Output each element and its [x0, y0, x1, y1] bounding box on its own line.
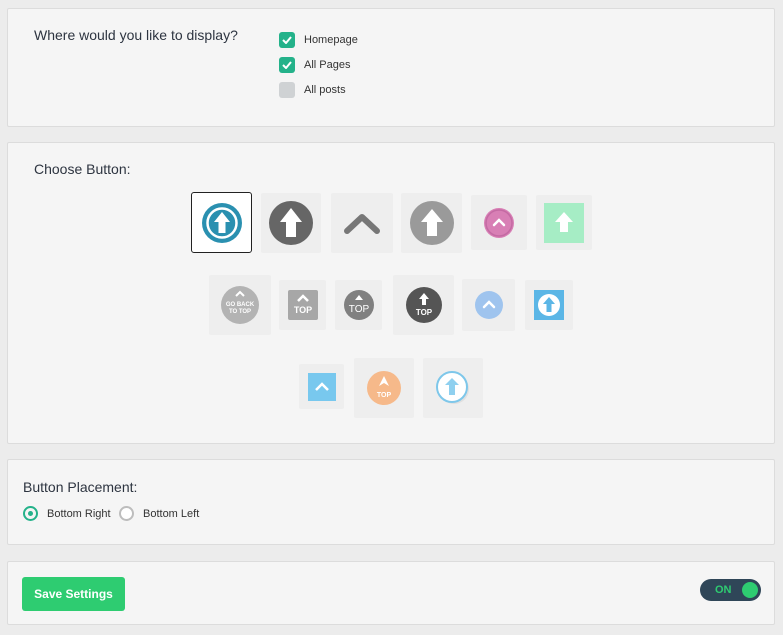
checkbox-label: All posts — [304, 84, 346, 96]
top-label: TOP — [348, 304, 369, 315]
square-chevron-up-icon — [307, 372, 336, 401]
button-option-1[interactable] — [191, 192, 252, 253]
radio-bottom-left[interactable]: Bottom Left — [119, 506, 199, 521]
checkbox-label: All Pages — [304, 59, 351, 71]
square-top-icon: TOP — [287, 290, 318, 320]
choose-button-heading: Choose Button: — [34, 161, 131, 177]
checkbox-checked-icon[interactable] — [279, 32, 295, 48]
button-option-2[interactable] — [261, 193, 321, 253]
save-settings-button[interactable]: Save Settings — [22, 577, 125, 611]
outline-circle-arrow-up-icon — [436, 371, 469, 404]
circle-chevron-up-icon — [484, 207, 514, 238]
display-question: Where would you like to display? — [34, 27, 238, 43]
checkbox-checked-icon[interactable] — [279, 57, 295, 73]
go-back-to-top-icon: GO BACK TO TOP — [221, 286, 259, 324]
button-option-13[interactable] — [299, 364, 344, 409]
go-back-line2: TO TOP — [229, 309, 251, 315]
button-option-3[interactable] — [331, 193, 393, 253]
placement-panel: Button Placement: Bottom Right Bottom Le… — [7, 459, 775, 545]
button-option-6[interactable] — [536, 195, 592, 250]
chevron-up-icon — [344, 214, 380, 234]
display-options-panel: Where would you like to display? Homepag… — [7, 8, 775, 127]
button-option-10[interactable]: TOP — [393, 275, 454, 335]
button-option-5[interactable] — [471, 195, 527, 250]
checkbox-all-pages[interactable]: All Pages — [279, 57, 350, 73]
top-label: TOP — [415, 308, 432, 317]
button-option-4[interactable] — [401, 193, 462, 253]
button-option-8[interactable]: TOP — [279, 280, 326, 330]
checkbox-homepage[interactable]: Homepage — [279, 32, 358, 48]
choose-button-panel: Choose Button: GO BACK TO TOP TOP TOP TO… — [7, 142, 775, 444]
radio-label: Bottom Left — [143, 507, 200, 520]
circle-top-arrow-icon: TOP — [367, 371, 401, 405]
circle-arrow-top-icon: TOP — [405, 287, 442, 323]
button-option-14[interactable]: TOP — [354, 358, 414, 418]
checkbox-unchecked-icon[interactable] — [279, 82, 295, 98]
circle-top-icon: TOP — [343, 290, 374, 320]
square-arrow-up-icon — [544, 202, 584, 243]
top-label: TOP — [293, 305, 311, 315]
square-circle-arrow-up-icon — [534, 290, 564, 320]
checkbox-label: Homepage — [304, 34, 358, 46]
radio-unselected-icon[interactable] — [119, 506, 134, 521]
button-option-9[interactable]: TOP — [335, 280, 382, 330]
circle-arrow-up-icon — [269, 201, 313, 245]
button-option-15[interactable] — [423, 358, 483, 418]
top-label: TOP — [377, 392, 392, 399]
circle-arrow-up-icon — [201, 202, 242, 243]
radio-bottom-right[interactable]: Bottom Right — [23, 506, 111, 521]
toggle-label: ON — [715, 584, 732, 596]
radio-selected-icon[interactable] — [23, 506, 38, 521]
toggle-knob — [742, 582, 758, 598]
on-off-toggle[interactable]: ON — [700, 579, 761, 601]
go-back-line1: GO BACK — [226, 302, 255, 308]
placement-heading: Button Placement: — [23, 479, 138, 495]
button-option-7[interactable]: GO BACK TO TOP — [209, 275, 271, 335]
footer-panel: Save Settings ON — [7, 561, 775, 625]
circle-chevron-up-icon — [474, 291, 503, 319]
circle-arrow-up-icon — [409, 201, 454, 245]
radio-label: Bottom Right — [47, 507, 111, 520]
button-option-11[interactable] — [462, 279, 515, 331]
checkbox-all-posts[interactable]: All posts — [279, 82, 346, 98]
button-option-12[interactable] — [525, 280, 573, 330]
